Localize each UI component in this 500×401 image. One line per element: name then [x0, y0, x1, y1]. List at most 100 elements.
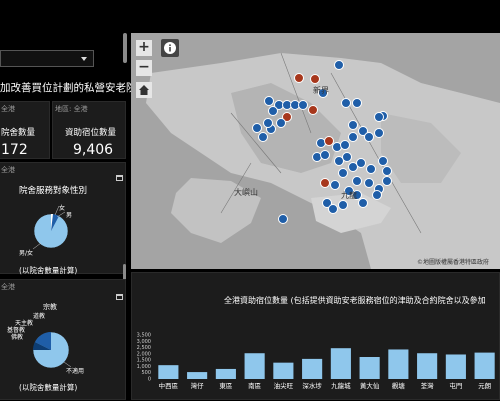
facility-marker[interactable]	[334, 60, 344, 70]
y-tick-label: 2,000	[137, 351, 151, 357]
map-markers[interactable]	[131, 33, 500, 269]
facility-marker[interactable]	[310, 74, 320, 84]
zoom-in-button[interactable]: +	[136, 40, 152, 56]
bar[interactable]	[445, 354, 466, 379]
x-tick-label: 中西區	[159, 381, 179, 390]
bar[interactable]	[187, 372, 208, 379]
x-tick-label: 南區	[248, 381, 262, 390]
facility-marker[interactable]	[320, 150, 330, 160]
facility-marker[interactable]	[382, 166, 392, 176]
facility-marker[interactable]	[308, 105, 318, 115]
facility-marker[interactable]	[358, 198, 368, 208]
map-panel[interactable]: + − 新界 大嶼山 九龍 ©地圖版權屬香港特區政府	[131, 33, 500, 269]
facility-marker[interactable]	[264, 96, 274, 106]
facility-marker[interactable]	[366, 164, 376, 174]
maximize-icon[interactable]	[116, 175, 123, 181]
y-tick-label: 500	[141, 370, 151, 376]
facility-marker[interactable]	[341, 98, 351, 108]
x-tick-label: 東區	[219, 381, 233, 390]
gender-card: 全港 院舍服務對象性別 女 男 男/女 (以院舍數量計算)	[0, 162, 126, 275]
facility-marker[interactable]	[252, 123, 262, 133]
x-tick-label: 觀塘	[392, 381, 406, 390]
y-tick-label: 1,500	[137, 358, 151, 364]
facility-marker[interactable]	[348, 132, 358, 142]
bar[interactable]	[417, 353, 438, 379]
y-tick-label: 0	[148, 377, 151, 383]
card-scope: 全港	[1, 283, 15, 291]
top-bar	[0, 0, 500, 20]
facility-marker[interactable]	[382, 176, 392, 186]
facility-marker[interactable]	[276, 118, 286, 128]
scrollbar-top[interactable]	[123, 33, 127, 63]
y-tick-label: 1,000	[137, 364, 151, 370]
map-label: 大嶼山	[234, 188, 258, 197]
kpi-card-homes: 全港 院舍數量 172	[0, 101, 50, 159]
home-button[interactable]	[136, 82, 152, 98]
facility-marker[interactable]	[378, 156, 388, 166]
facility-marker[interactable]	[294, 73, 304, 83]
facility-marker[interactable]	[374, 128, 384, 138]
x-tick-label: 深水埗	[302, 381, 322, 390]
kpi-card-places: 地區: 全港 資助宿位數量 9,406	[52, 101, 126, 159]
kpi-scope: 地區: 全港	[55, 105, 88, 113]
facility-marker[interactable]	[356, 158, 366, 168]
kpi-value: 9,406	[73, 142, 114, 158]
card-note: (以院舍數量計算)	[19, 383, 78, 392]
facility-marker[interactable]	[338, 200, 348, 210]
facility-marker[interactable]	[340, 140, 350, 150]
facility-marker[interactable]	[338, 168, 348, 178]
map-label: 九龍	[341, 191, 357, 200]
bar[interactable]	[273, 362, 294, 379]
facility-marker[interactable]	[352, 98, 362, 108]
pie-label: 男	[66, 212, 73, 219]
bar[interactable]	[302, 358, 323, 379]
pie-label: 女	[59, 205, 66, 212]
facility-marker[interactable]	[263, 118, 273, 128]
bar[interactable]	[244, 353, 265, 379]
zoom-out-button[interactable]: −	[136, 60, 152, 76]
facility-marker[interactable]	[268, 106, 278, 116]
bar[interactable]	[359, 357, 380, 379]
page-title: 加改善買位計劃的私營安老院	[0, 82, 137, 94]
bar[interactable]	[388, 349, 409, 379]
facility-marker[interactable]	[258, 132, 268, 142]
facility-marker[interactable]	[330, 180, 340, 190]
facility-marker[interactable]	[278, 214, 288, 224]
facility-marker[interactable]	[364, 178, 374, 188]
y-tick-label: 3,500	[137, 333, 151, 339]
maximize-icon[interactable]	[116, 294, 123, 300]
home-icon	[139, 85, 149, 95]
y-tick-label: 2,500	[137, 345, 151, 351]
facility-marker[interactable]	[374, 112, 384, 122]
chevron-down-icon	[81, 57, 87, 61]
bar[interactable]	[474, 352, 495, 379]
x-tick-label: 九龍城	[331, 381, 351, 390]
facility-marker[interactable]	[320, 178, 330, 188]
pie-label: 道教	[33, 313, 46, 320]
facility-marker[interactable]	[298, 100, 308, 110]
pie-label: 不適用	[66, 368, 85, 375]
facility-marker[interactable]	[348, 120, 358, 130]
religion-pie-chart	[32, 331, 72, 369]
bar[interactable]	[215, 368, 236, 379]
facility-marker[interactable]	[324, 136, 334, 146]
facility-marker[interactable]	[364, 132, 374, 142]
kpi-value: 172	[1, 142, 28, 158]
card-scope: 全港	[1, 166, 15, 174]
info-button[interactable]	[161, 39, 179, 57]
x-tick-label: 屯門	[449, 381, 462, 390]
bar-chart-panel: 全港資助宿位數量 (包括提供資助安老服務宿位的津助及合約院舍以及參加 3,500…	[131, 272, 500, 400]
bar[interactable]	[330, 348, 351, 379]
facility-marker[interactable]	[342, 152, 352, 162]
info-icon	[164, 42, 176, 54]
map-label: 新界	[313, 86, 329, 95]
map-credit: ©地圖版權屬香港特區政府	[417, 259, 490, 266]
x-tick-label: 黃大仙	[360, 381, 380, 390]
district-select[interactable]	[0, 50, 94, 67]
x-tick-label: 荃灣	[421, 381, 435, 390]
facility-marker[interactable]	[352, 176, 362, 186]
y-tick-label: 3,000	[137, 339, 151, 345]
bar[interactable]	[158, 365, 179, 379]
facility-marker[interactable]	[372, 190, 382, 200]
facility-marker[interactable]	[328, 204, 338, 214]
